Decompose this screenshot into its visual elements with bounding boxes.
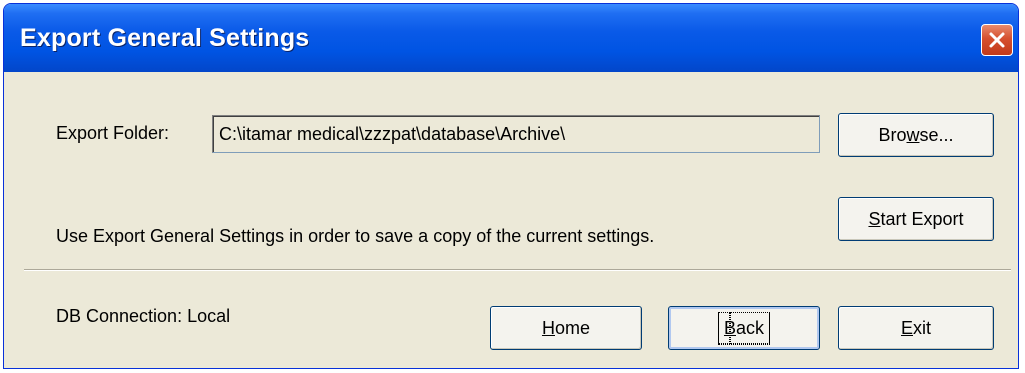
start-export-button-label: Start Export xyxy=(868,208,964,229)
home-button-label: Home xyxy=(541,317,590,338)
close-button[interactable] xyxy=(981,24,1013,56)
exit-button-label: Exit xyxy=(900,317,931,338)
browse-button-label: Browse... xyxy=(878,124,954,145)
browse-button[interactable]: Browse... xyxy=(838,113,994,157)
db-connection-status: DB Connection: Local xyxy=(56,306,231,326)
back-button[interactable]: Back xyxy=(668,306,820,350)
export-description-text: Use Export General Settings in order to … xyxy=(56,226,655,246)
close-x-icon xyxy=(989,32,1005,48)
exit-button[interactable]: Exit xyxy=(838,306,994,350)
window-title: Export General Settings xyxy=(20,24,310,52)
start-export-button[interactable]: Start Export xyxy=(838,197,994,241)
home-button[interactable]: Home xyxy=(490,306,642,350)
export-folder-label: Export Folder: xyxy=(56,123,170,143)
export-folder-path-field[interactable] xyxy=(212,115,820,153)
export-settings-dialog: Export General Settings Export Folder: B… xyxy=(3,3,1019,369)
back-button-label: Back xyxy=(717,311,771,345)
separator-line xyxy=(24,269,1011,271)
title-bar[interactable]: Export General Settings xyxy=(4,4,1018,72)
